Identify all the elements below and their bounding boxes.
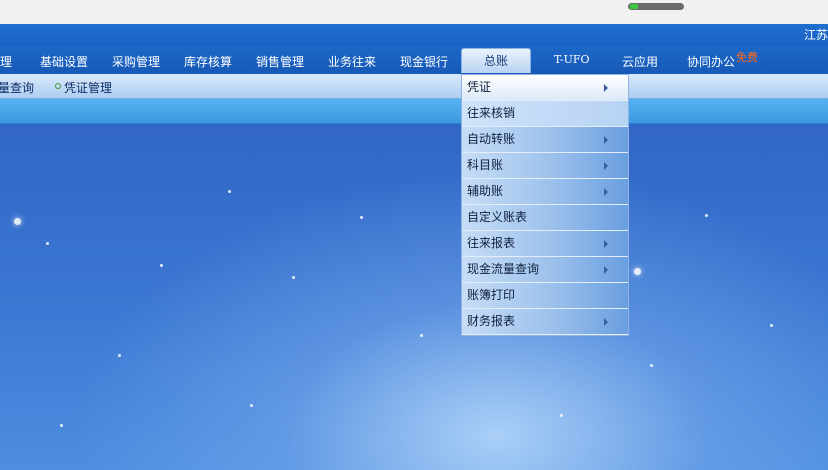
free-badge: 免费 — [736, 51, 758, 64]
dropdown-item-reconciliation[interactable]: 往来核销 — [462, 101, 628, 127]
menu-item-business[interactable]: 业务往来 — [328, 53, 376, 70]
dropdown-item-cash-flow[interactable]: 现金流量查询 — [462, 257, 628, 283]
star-decoration — [118, 354, 121, 357]
progress-indicator — [628, 3, 684, 10]
toolbar-band — [0, 99, 828, 124]
dropdown-item-custom-report[interactable]: 自定义账表 — [462, 205, 628, 231]
menu-item-inventory[interactable]: 库存核算 — [184, 53, 232, 70]
menu-item-collaboration[interactable]: 协同办公 — [687, 53, 735, 70]
dropdown-item-ar-ap-report[interactable]: 往来报表 — [462, 231, 628, 257]
subnav-stock-query[interactable]: 存量查询 — [0, 79, 34, 96]
star-decoration — [420, 334, 423, 337]
dropdown-item-label: 账簿打印 — [467, 288, 516, 302]
company-name: 江苏 — [803, 28, 828, 42]
star-decoration — [228, 190, 231, 193]
dropdown-item-voucher[interactable]: 凭证 — [462, 75, 628, 101]
desktop-background — [0, 124, 828, 470]
menu-item-t-ufo[interactable]: T-UFO — [554, 53, 590, 66]
dropdown-item-label: 自定义账表 — [467, 210, 528, 224]
dropdown-item-label: 凭证 — [467, 80, 492, 94]
star-decoration — [292, 276, 295, 279]
menu-item-cloud-apps[interactable]: 云应用 — [622, 53, 658, 70]
star-decoration — [705, 214, 708, 217]
star-decoration — [46, 242, 49, 245]
star-decoration — [250, 404, 253, 407]
star-decoration — [770, 324, 773, 327]
star-decoration — [14, 218, 21, 225]
dropdown-item-ledger-print[interactable]: 账簿打印 — [462, 283, 628, 309]
subnav-voucher-management[interactable]: 凭证管理 — [64, 79, 112, 96]
menu-item-basic-settings[interactable]: 基础设置 — [40, 53, 88, 70]
chevron-right-icon — [604, 240, 608, 248]
dropdown-item-label: 往来报表 — [467, 236, 516, 250]
menu-item-sales[interactable]: 销售管理 — [256, 53, 304, 70]
menu-item-management[interactable]: 管理 — [0, 53, 12, 70]
main-menu-bar: 管理 基础设置 采购管理 库存核算 销售管理 业务往来 现金银行 总账 T-UF… — [0, 46, 828, 74]
menu-item-cash-bank[interactable]: 现金银行 — [400, 53, 448, 70]
star-decoration — [160, 264, 163, 267]
star-decoration — [650, 364, 653, 367]
dropdown-item-label: 自动转账 — [467, 132, 516, 146]
dropdown-item-auxiliary-ledger[interactable]: 辅助账 — [462, 179, 628, 205]
title-bar: 江苏 — [0, 24, 828, 46]
bullet-icon — [55, 83, 61, 89]
dropdown-item-label: 现金流量查询 — [467, 262, 540, 276]
dropdown-item-label: 科目账 — [467, 158, 504, 172]
dropdown-item-label: 财务报表 — [467, 314, 516, 328]
chevron-right-icon — [604, 318, 608, 326]
star-decoration — [360, 216, 363, 219]
chevron-right-icon — [604, 84, 608, 92]
general-ledger-dropdown: 凭证 往来核销 自动转账 科目账 辅助账 自定义账表 往来报表 现金流量查询 账… — [461, 74, 629, 336]
chevron-right-icon — [604, 266, 608, 274]
chevron-right-icon — [604, 188, 608, 196]
star-decoration — [560, 414, 563, 417]
dropdown-item-label: 辅助账 — [467, 184, 504, 198]
dropdown-item-financial-report[interactable]: 财务报表 — [462, 309, 628, 335]
menu-item-general-ledger[interactable]: 总账 — [461, 48, 531, 73]
top-strip — [0, 0, 828, 24]
sub-navigation: 存量查询 凭证管理 — [0, 74, 828, 99]
dropdown-item-label: 往来核销 — [467, 106, 516, 120]
menu-item-purchasing[interactable]: 采购管理 — [112, 53, 160, 70]
chevron-right-icon — [604, 136, 608, 144]
chevron-right-icon — [604, 162, 608, 170]
dropdown-item-subject-ledger[interactable]: 科目账 — [462, 153, 628, 179]
star-decoration — [60, 424, 63, 427]
dropdown-item-auto-transfer[interactable]: 自动转账 — [462, 127, 628, 153]
progress-fill — [630, 4, 638, 9]
star-decoration — [634, 268, 641, 275]
